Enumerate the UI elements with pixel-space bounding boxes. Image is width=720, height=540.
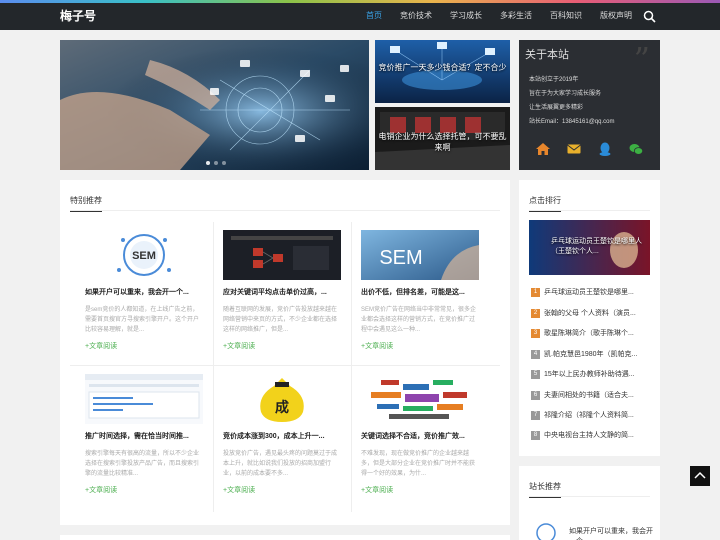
featured-tile-2-title[interactable]: 电销企业为什么选择托管，可不要乱来啊 <box>375 131 510 153</box>
featured-tile-1-title[interactable]: 竞价推广一天多少钱合适？定不合少 <box>375 62 510 73</box>
grid-divider <box>213 222 214 512</box>
post-excerpt: 不难发现，现在做竞价推广的企业越来越多，但是大部分企业在竞价推广时并不能获得一个… <box>361 451 476 477</box>
about-line-2: 旨在于为大家学习成长服务 <box>529 91 602 97</box>
hero-slider-image[interactable] <box>60 40 369 170</box>
read-more-link[interactable]: +文章阅读 <box>223 485 255 495</box>
read-more-link[interactable]: +文章阅读 <box>361 485 393 495</box>
featured-section-rule <box>70 210 500 211</box>
ranking-item[interactable]: 5 15年以上民办教师补助待遇... <box>531 370 649 384</box>
read-more-link[interactable]: +文章阅读 <box>223 341 255 351</box>
post-thumbnail[interactable]: 成 <box>223 374 341 424</box>
nav-home[interactable]: 首页 <box>357 3 391 30</box>
post-excerpt: 搜索引擎每天有很高的流量，所以不少企业选择在搜索引擎投放产品广告，而且搜索引擎的… <box>85 451 200 477</box>
qq-icon[interactable] <box>597 141 613 157</box>
post-excerpt: 是sem竞价的人都知道，在上线广告之前，需要首页搜官方寻搜索引擎开户。这个开户比… <box>85 307 200 333</box>
post-title[interactable]: 关键词选择不合适，竞价推广效... <box>361 431 479 441</box>
grid-divider <box>351 222 352 512</box>
ranking-item[interactable]: 6 夫妻间相处的书籍（适合夫... <box>531 391 649 405</box>
cheng-thumb-label: 成 <box>275 399 289 416</box>
about-widget: 关于本站 ” 本站创立于2019年 旨在于为大家学习成长服务 让生活展翼更多精彩… <box>519 40 660 170</box>
nav-encyclopedia[interactable]: 百科知识 <box>541 3 591 30</box>
sem-thumb-label: SEM <box>132 250 156 262</box>
webmaster-rule <box>529 496 650 497</box>
post-thumbnail[interactable] <box>223 230 341 280</box>
grid-divider <box>70 365 500 366</box>
ranking-item[interactable]: 4 凯.帕克慧邑1980年（凯帕克... <box>531 350 649 364</box>
post-excerpt: SEM竞价广告在网络当中非常常见，很多企业都会选择这样的营销方式，在竞价推广过程… <box>361 307 477 333</box>
quote-mark-icon: ” <box>633 40 650 78</box>
ranking-top-image[interactable]: 乒乓球运动员王楚钦是哪里人（王楚钦个人... <box>529 220 650 275</box>
post-excerpt: 投放竞价广告，遇见最头疼的问题莫过于成本上升，就比如说我们投放的招商加盟行业，以… <box>223 451 338 477</box>
webmaster-thumbnail[interactable] <box>532 521 560 540</box>
arrow-up-icon <box>694 471 706 479</box>
wechat-icon[interactable] <box>628 141 644 157</box>
ranking-item[interactable]: 3 歌星陈琳简介（歌手陈琳个... <box>531 329 649 343</box>
post-thumbnail[interactable] <box>85 374 203 424</box>
featured-tile-2[interactable]: 电销企业为什么选择托管，可不要乱来啊 <box>375 107 510 170</box>
read-more-link[interactable]: +文章阅读 <box>85 341 117 351</box>
about-line-3: 让生活展翼更多精彩 <box>529 105 584 111</box>
site-logo[interactable]: 梅子号 <box>60 7 96 26</box>
post-title[interactable]: 如果开户可以重来，我会开一个... <box>85 287 203 297</box>
read-more-link[interactable]: +文章阅读 <box>361 341 393 351</box>
next-section <box>60 535 510 540</box>
ranking-item[interactable]: 7 祁隆介绍（祁隆个人资料简... <box>531 411 649 425</box>
home-icon[interactable] <box>535 141 551 157</box>
post-thumbnail[interactable]: SEM <box>85 230 203 280</box>
read-more-link[interactable]: +文章阅读 <box>85 485 117 495</box>
search-icon[interactable] <box>643 10 656 23</box>
ranking-item[interactable]: 8 中央电视台主持人文静的简... <box>531 431 649 445</box>
ranking-rule <box>529 210 650 211</box>
post-title[interactable]: 应对关键词平均点击单价过高，... <box>223 287 341 297</box>
mail-icon[interactable] <box>566 141 582 157</box>
nav-bidding-tech[interactable]: 竞价技术 <box>391 3 441 30</box>
nav-copyright[interactable]: 版权声明 <box>591 3 641 30</box>
post-excerpt: 随着互联网的发展，竞价广告投放越来越在网络营销中来页的方式，不少企业都在选择这样… <box>223 307 338 333</box>
post-thumbnail[interactable] <box>361 374 479 424</box>
site-header: 梅子号 首页 竞价技术 学习成长 多彩生活 百科知识 版权声明 <box>0 3 720 30</box>
about-line-1: 本站创立于2019年 <box>529 77 579 83</box>
ranking-item[interactable]: 2 张翰的父母 个人资料（演员... <box>531 309 649 323</box>
nav-learning[interactable]: 学习成长 <box>441 3 491 30</box>
ranking-top-image-title[interactable]: 乒乓球运动员王楚钦是哪里人（王楚钦个人... <box>551 237 642 257</box>
webmaster-post-title[interactable]: 如果开户可以重来，我会开一个... <box>569 527 654 540</box>
back-to-top-button[interactable] <box>690 466 710 486</box>
post-title[interactable]: 推广时间选择，需在恰当时间推... <box>85 431 203 441</box>
sem-thumb-label: SEM <box>379 247 422 269</box>
post-title[interactable]: 出价不低，但排名差，可能是这... <box>361 287 479 297</box>
featured-tile-1[interactable]: 竞价推广一天多少钱合适？定不合少 <box>375 40 510 103</box>
about-line-4: 站长Email：13845161@qq.com <box>529 119 615 125</box>
post-thumbnail[interactable]: SEM <box>361 230 479 280</box>
nav-life[interactable]: 多彩生活 <box>491 3 541 30</box>
main-nav: 首页 竞价技术 学习成长 多彩生活 百科知识 版权声明 <box>357 3 641 30</box>
post-title[interactable]: 竞价成本涨到300，成本上升一... <box>223 431 341 441</box>
about-title: 关于本站 <box>525 49 569 61</box>
ranking-item[interactable]: 1 乒乓球运动员王楚钦是哪里... <box>531 288 649 302</box>
